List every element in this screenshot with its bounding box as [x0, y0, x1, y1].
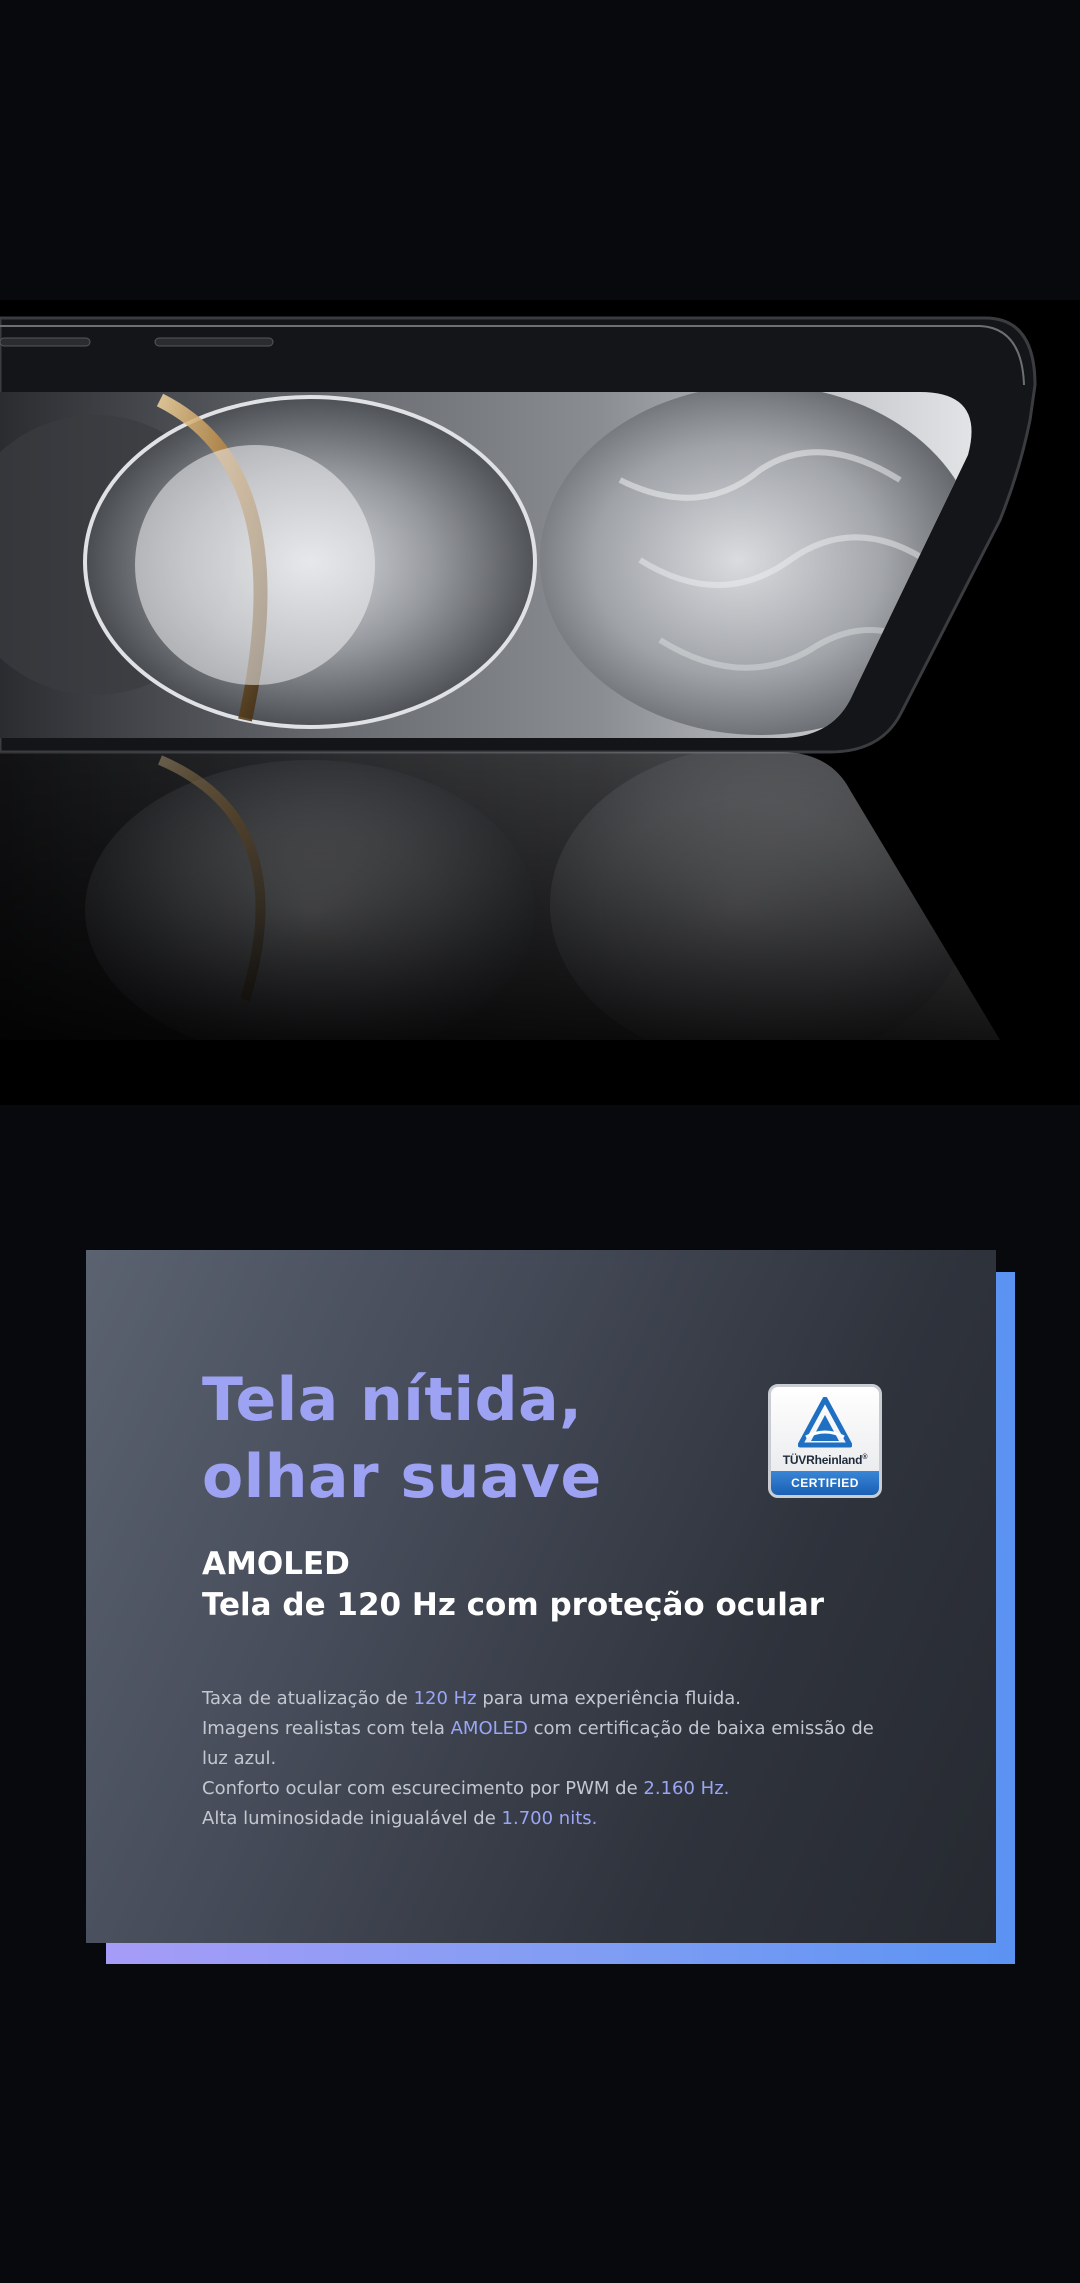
highlight-brightness: 1.700 nits. [501, 1808, 598, 1829]
badge-brand-name: Rheinland [806, 1453, 863, 1467]
highlight-pwm: 2.160 Hz. [643, 1778, 730, 1799]
headline-line-2: olhar suave [202, 1442, 602, 1512]
description-line-refresh-rate: Taxa de atualização de 120 Hz para uma e… [202, 1684, 902, 1714]
tuv-triangle-icon [798, 1397, 852, 1448]
text-segment: Alta luminosidade inigualável de [202, 1808, 502, 1829]
badge-registered-mark: ® [862, 1454, 868, 1461]
feature-subhead: AMOLED Tela de 120 Hz com proteção ocula… [202, 1544, 824, 1626]
badge-brand-text: TÜVRheinland® [771, 1453, 879, 1467]
description-line-pwm: Conforto ocular com escurecimento por PW… [202, 1774, 902, 1804]
description-line-amoled: Imagens realistas com tela AMOLED com ce… [202, 1714, 902, 1774]
subhead-line-2: Tela de 120 Hz com proteção ocular [202, 1587, 825, 1623]
feature-card: Tela nítida, olhar suave TÜVRheinland® C… [86, 1250, 996, 1943]
subhead-line-1: AMOLED [202, 1546, 350, 1582]
text-segment: Conforto ocular com escurecimento por PW… [202, 1778, 644, 1799]
feature-headline: Tela nítida, olhar suave [202, 1362, 722, 1516]
text-segment: para uma experiência fluida. [476, 1688, 742, 1709]
text-segment: Imagens realistas com tela [202, 1718, 451, 1739]
phone-hero-image [0, 0, 1080, 1105]
highlight-refresh-rate: 120 Hz [413, 1688, 477, 1709]
phone-illustration [0, 0, 1080, 1105]
badge-brand-prefix: TÜV [782, 1453, 807, 1467]
description-line-brightness: Alta luminosidade inigualável de 1.700 n… [202, 1804, 902, 1834]
text-segment: Taxa de atualização de [202, 1688, 414, 1709]
headline-line-1: Tela nítida, [202, 1365, 583, 1435]
highlight-amoled: AMOLED [450, 1718, 528, 1739]
badge-certified-label: CERTIFIED [771, 1471, 879, 1495]
tuv-rheinland-certified-badge: TÜVRheinland® CERTIFIED [768, 1384, 882, 1498]
feature-description: Taxa de atualização de 120 Hz para uma e… [202, 1684, 902, 1834]
